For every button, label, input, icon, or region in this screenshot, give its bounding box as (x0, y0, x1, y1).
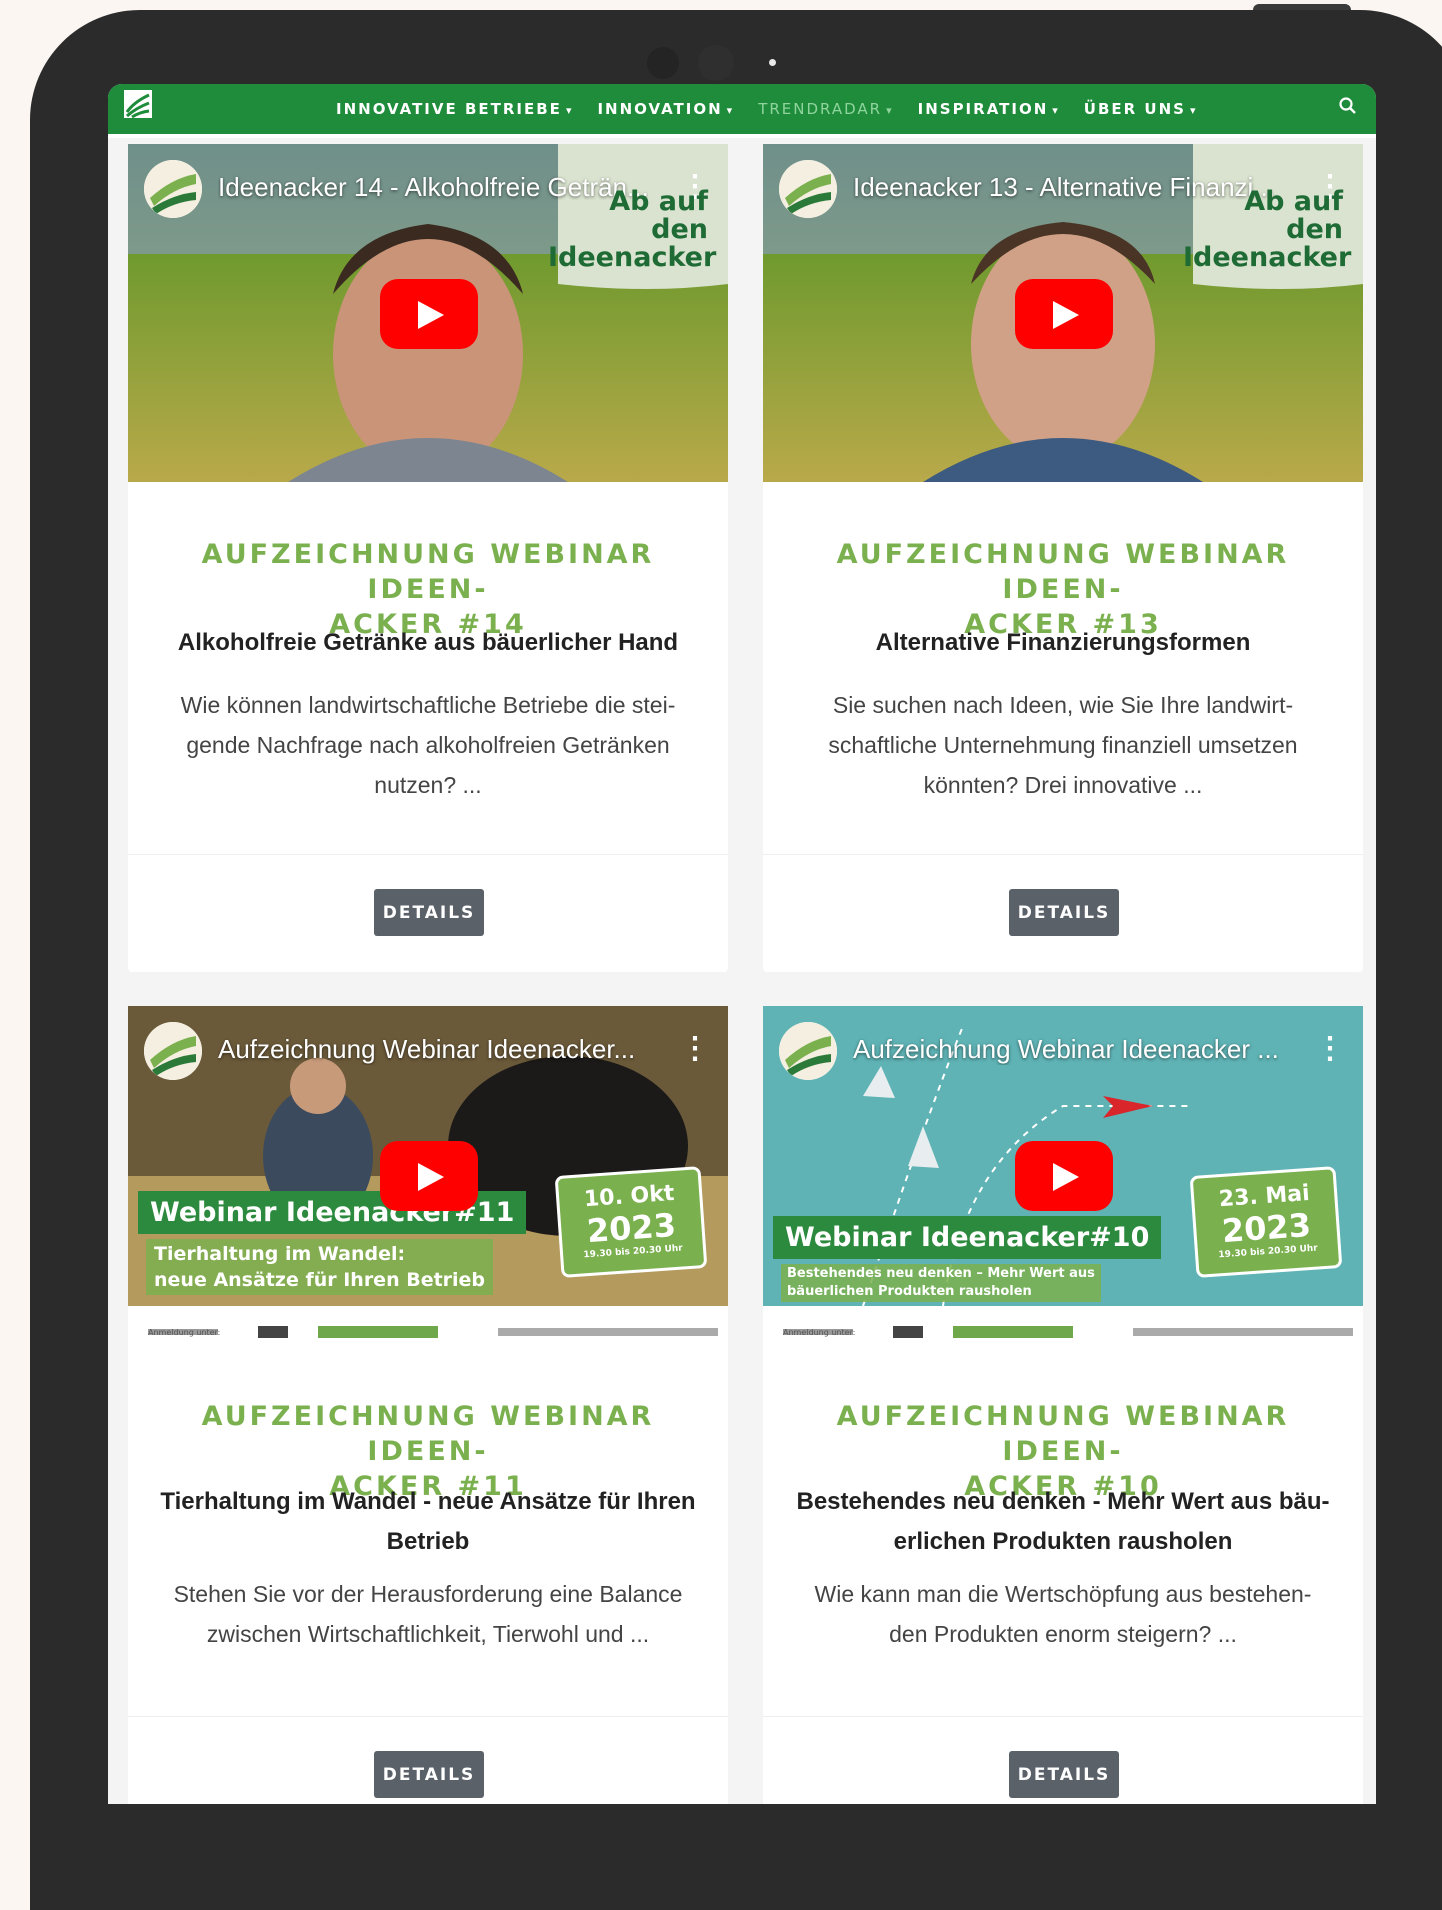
channel-logo-icon (779, 1022, 837, 1080)
nav-item-innovative-betriebe[interactable]: INNOVATIVE BETRIEBE ▾ (336, 100, 573, 118)
channel-logo-icon (144, 1022, 202, 1080)
caret-down-icon: ▾ (726, 104, 735, 117)
card-title-line: AUFZEICHNUNG WEBINAR IDEEN- (836, 1401, 1290, 1467)
card-subtitle-line: Bestehendes neu denken - Mehr Wert aus b… (796, 1488, 1330, 1515)
kebab-menu-icon[interactable]: ⋮ (1315, 1034, 1345, 1064)
channel-logo-icon (779, 160, 837, 218)
caret-down-icon: ▾ (1189, 104, 1198, 117)
card-webinar-10: Aufzeichnung Webinar Ideenacker ... ⋮ We… (763, 1006, 1363, 1804)
caret-down-icon: ▾ (886, 104, 894, 117)
card-excerpt-line: Wie kann man die Wertschöpfung aus beste… (814, 1581, 1312, 1607)
card-excerpt-line: Sie suchen nach Ideen, wie Sie Ihre land… (832, 692, 1294, 718)
card-subtitle-line: Tierhaltung im Wandel - neue Ansätze für… (160, 1488, 696, 1515)
card-webinar-13: Ideenacker 13 - Alternative Finanzi... ⋮… (763, 144, 1363, 972)
card-divider (128, 854, 728, 855)
nav-label: INSPIRATION (917, 100, 1049, 118)
sensor-dot (769, 59, 776, 66)
card-subtitle: Alternative Finanzierungsformen (875, 629, 1251, 656)
card-excerpt-line: den Produkten enorm steigern? ... (889, 1621, 1237, 1647)
banner-subtitle: Bestehendes neu denken – Mehr Wert aus bä… (781, 1264, 1101, 1302)
channel-avatar[interactable] (144, 1022, 202, 1080)
details-button[interactable]: DETAILS (374, 1751, 484, 1798)
video-title[interactable]: Aufzeichnung Webinar Ideenacker... (218, 1034, 635, 1065)
overlay-line: Ab auf den (1244, 186, 1343, 245)
channel-logo-icon (144, 160, 202, 218)
video-thumbnail[interactable]: Aufzeichnung Webinar Ideenacker ... ⋮ We… (763, 1006, 1363, 1344)
nav-item-innovation[interactable]: INNOVATION ▾ (597, 100, 734, 118)
banner-subtitle-line: Bestehendes neu denken – Mehr Wert aus (787, 1266, 1095, 1281)
card-subtitle-line: Betrieb (386, 1528, 470, 1555)
video-title[interactable]: Aufzeichnung Webinar Ideenacker ... (853, 1034, 1279, 1065)
nav-item-trendradar[interactable]: TRENDRADAR ▾ (758, 100, 893, 118)
card-excerpt: Sie suchen nach Ideen, wie Sie Ihre land… (783, 685, 1343, 805)
registration-label: Anmeldung unter: (783, 1328, 856, 1337)
caret-down-icon: ▾ (1052, 104, 1060, 117)
card-excerpt: Wie können landwirtschaftliche Betriebe … (148, 685, 708, 805)
nav-label: INNOVATION (597, 100, 723, 118)
card-excerpt-line: nutzen? ... (374, 772, 482, 798)
nav-label: INNOVATIVE BETRIEBE (336, 100, 562, 118)
play-icon[interactable] (380, 279, 478, 349)
caret-down-icon: ▾ (565, 104, 574, 117)
card-excerpt-line: könnten? Drei innovative ... (923, 772, 1203, 798)
channel-avatar[interactable] (779, 160, 837, 218)
card-excerpt-line: Wie können landwirtschaftliche Betriebe … (180, 692, 676, 718)
channel-avatar[interactable] (779, 1022, 837, 1080)
camera-lens (698, 45, 734, 81)
card-webinar-11: Aufzeichnung Webinar Ideenacker... ⋮ Web… (128, 1006, 728, 1804)
banner-subtitle-line: Tierhaltung im Wandel: (154, 1243, 406, 1265)
banner-subtitle-line: bäuerlichen Produkten rausholen (787, 1284, 1032, 1299)
nav-menu: INNOVATIVE BETRIEBE ▾ INNOVATION ▾ TRENDRA… (336, 84, 1222, 134)
overlay-line: Ideenacker (1183, 242, 1352, 273)
screen: INNOVATIVE BETRIEBE ▾ INNOVATION ▾ TRENDRA… (108, 84, 1376, 1804)
card-title-line: AUFZEICHNUNG WEBINAR IDEEN- (201, 539, 655, 605)
card-title-line: AUFZEICHNUNG WEBINAR IDEEN- (836, 539, 1290, 605)
play-icon[interactable] (380, 1141, 478, 1211)
card-excerpt-line: Stehen Sie vor der Herausforderung eine … (173, 1581, 683, 1607)
date-badge: 10. Okt 2023 19.30 bis 20.30 Uhr (554, 1166, 708, 1278)
nav-item-inspiration[interactable]: INSPIRATION ▾ (918, 100, 1060, 118)
card-divider (763, 854, 1363, 855)
nav-label: ÜBER UNS (1083, 100, 1186, 118)
card-subtitle-line: erlichen Produkten rausholen (893, 1528, 1233, 1555)
search-icon[interactable] (1338, 96, 1358, 116)
top-navigation: INNOVATIVE BETRIEBE ▾ INNOVATION ▾ TRENDRA… (108, 84, 1376, 138)
card-subtitle: Tierhaltung im Wandel - neue Ansätze für… (148, 1482, 708, 1562)
channel-avatar[interactable] (144, 160, 202, 218)
card-subtitle: Bestehendes neu denken - Mehr Wert aus b… (783, 1482, 1343, 1562)
details-button[interactable]: DETAILS (1009, 1751, 1119, 1798)
overlay-line: Ab auf den (609, 186, 708, 245)
card-excerpt-line: gende Nachfrage nach alkoholfreien Geträ… (186, 732, 670, 758)
kebab-menu-icon[interactable]: ⋮ (680, 1034, 710, 1064)
card-excerpt: Stehen Sie vor der Herausforderung eine … (148, 1574, 708, 1654)
video-thumbnail[interactable]: Ideenacker 13 - Alternative Finanzi... ⋮… (763, 144, 1363, 482)
overlay-text: Ab auf den Ideenacker (1183, 186, 1352, 273)
banner-subtitle: Tierhaltung im Wandel: neue Ansätze für I… (146, 1239, 494, 1295)
video-thumbnail[interactable]: Ideenacker 14 - Alkoholfreie Geträn... ⋮… (128, 144, 728, 482)
details-button[interactable]: DETAILS (374, 889, 484, 936)
details-button[interactable]: DETAILS (1009, 889, 1119, 936)
play-icon[interactable] (1015, 279, 1113, 349)
card-subtitle: Alkoholfreie Getränke aus bäuerlicher Ha… (177, 629, 679, 656)
card-webinar-14: Ideenacker 14 - Alkoholfreie Geträn... ⋮… (128, 144, 728, 972)
banner-subtitle-line: neue Ansätze für Ihren Betrieb (154, 1269, 486, 1291)
card-excerpt: Wie kann man die Wertschöpfung aus beste… (783, 1574, 1343, 1654)
play-icon[interactable] (1015, 1141, 1113, 1211)
card-excerpt-line: schaftliche Unternehmung finanziell umse… (828, 732, 1298, 758)
video-thumbnail[interactable]: Aufzeichnung Webinar Ideenacker... ⋮ Web… (128, 1006, 728, 1344)
banner: Webinar Ideenacker#10 (773, 1216, 1162, 1259)
card-excerpt-line: zwischen Wirtschaftlichkeit, Tierwohl un… (206, 1621, 650, 1647)
date-badge: 23. Mai 2023 19.30 bis 20.30 Uhr (1189, 1166, 1343, 1278)
card-divider (128, 1716, 728, 1717)
nav-label: TRENDRADAR (758, 100, 883, 118)
nav-item-ueber-uns[interactable]: ÜBER UNS ▾ (1084, 100, 1198, 118)
registration-label: Anmeldung unter: (148, 1328, 221, 1337)
card-divider (763, 1716, 1363, 1717)
camera-dot (647, 47, 679, 79)
overlay-line: Ideenacker (548, 242, 717, 273)
overlay-text: Ab auf den Ideenacker (548, 186, 717, 273)
card-title-line: AUFZEICHNUNG WEBINAR IDEEN- (201, 1401, 655, 1467)
logo-icon[interactable] (124, 90, 152, 118)
